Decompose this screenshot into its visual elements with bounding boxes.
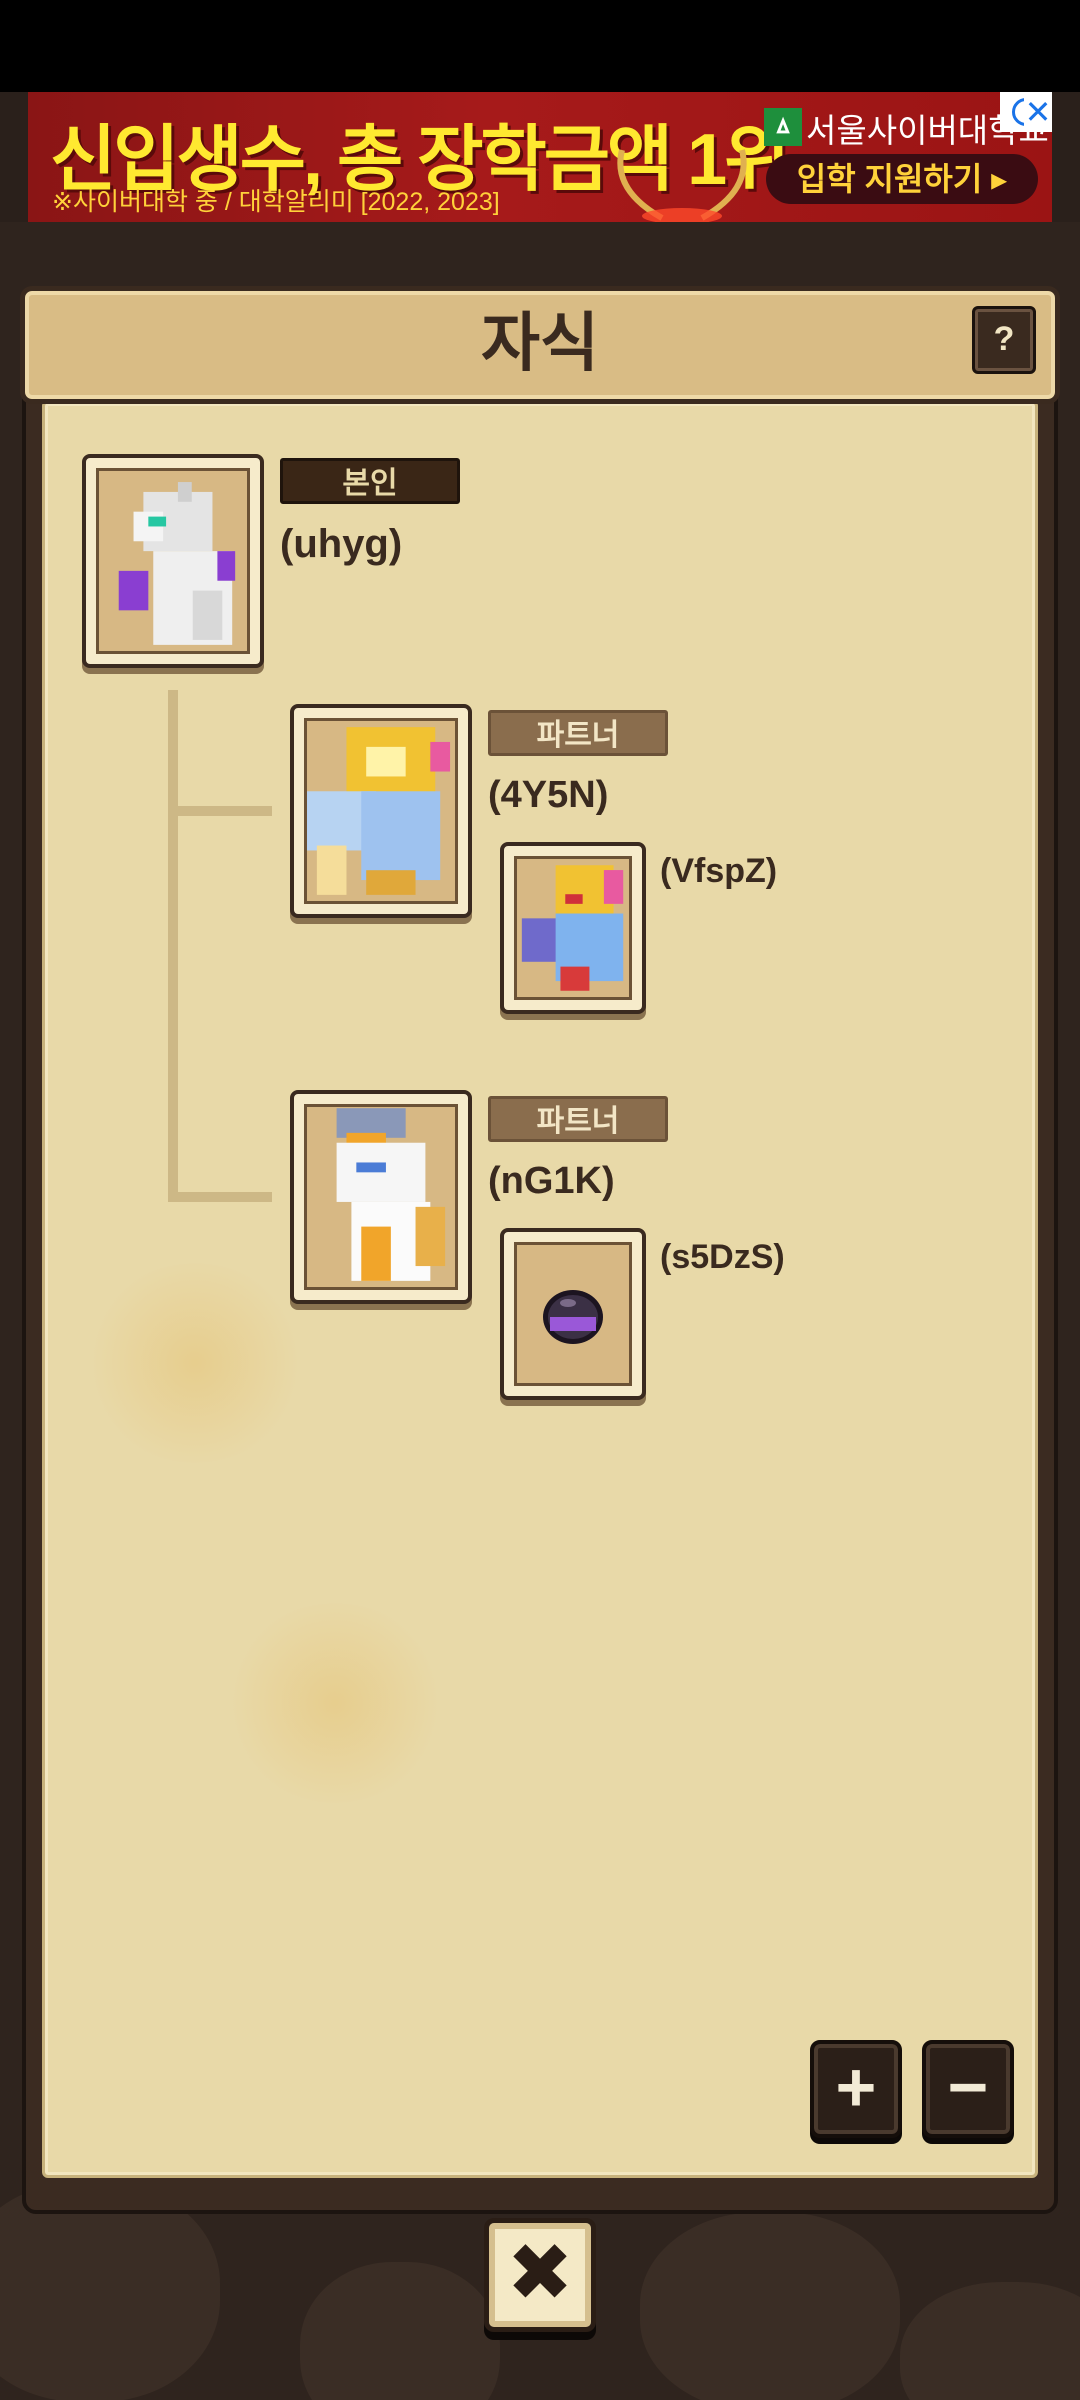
- laurel-icon: [617, 149, 747, 222]
- ad-close-icon[interactable]: ✕: [1024, 92, 1052, 132]
- offspring-portrait[interactable]: [500, 1228, 646, 1400]
- child-portrait[interactable]: [290, 704, 472, 918]
- zoom-out-button[interactable]: −: [922, 2040, 1014, 2138]
- child-name: (nG1K): [488, 1160, 615, 1202]
- partner-badge: 파트너: [488, 710, 668, 756]
- white-horned-dragon-icon: [336, 1108, 446, 1281]
- self-portrait[interactable]: [82, 454, 264, 668]
- self-badge: 본인: [280, 458, 460, 504]
- tree-connector: [168, 806, 272, 816]
- gold-blue-dragon-small-icon: [521, 865, 624, 991]
- title-bar: 자식: [20, 286, 1060, 404]
- child-name: (4Y5N): [488, 774, 609, 816]
- close-icon: ✖: [506, 2228, 574, 2317]
- offspring-name: (s5DzS): [660, 1238, 785, 1276]
- ad-subtext: ※사이버대학 중 / 대학알리미 [2022, 2023]: [52, 188, 500, 216]
- white-purple-dragon-icon: [118, 482, 236, 645]
- school-logo-icon: ㅿ: [764, 108, 802, 146]
- offspring-portrait[interactable]: [500, 842, 646, 1014]
- zoom-in-button[interactable]: +: [810, 2040, 902, 2138]
- purple-egg-icon: [543, 1290, 603, 1344]
- child-portrait[interactable]: [290, 1090, 472, 1304]
- ad-banner[interactable]: 신입생수, 총 장학금액 1위 ※사이버대학 중 / 대학알리미 [2022, …: [28, 92, 1052, 222]
- status-bar: [0, 0, 1080, 92]
- ad-apply-button[interactable]: 입학 지원하기 ▸: [766, 154, 1038, 204]
- self-name: (uhyg): [280, 522, 403, 566]
- partner-badge: 파트너: [488, 1096, 668, 1142]
- tree-connector: [168, 690, 178, 1202]
- close-button[interactable]: ✖: [484, 2218, 596, 2332]
- tree-connector: [168, 1192, 272, 1202]
- offspring-name: (VfspZ): [660, 852, 778, 890]
- gold-blue-dragon-icon: [307, 727, 451, 895]
- dialog-title: 자식: [481, 307, 599, 379]
- help-button[interactable]: ?: [972, 306, 1036, 374]
